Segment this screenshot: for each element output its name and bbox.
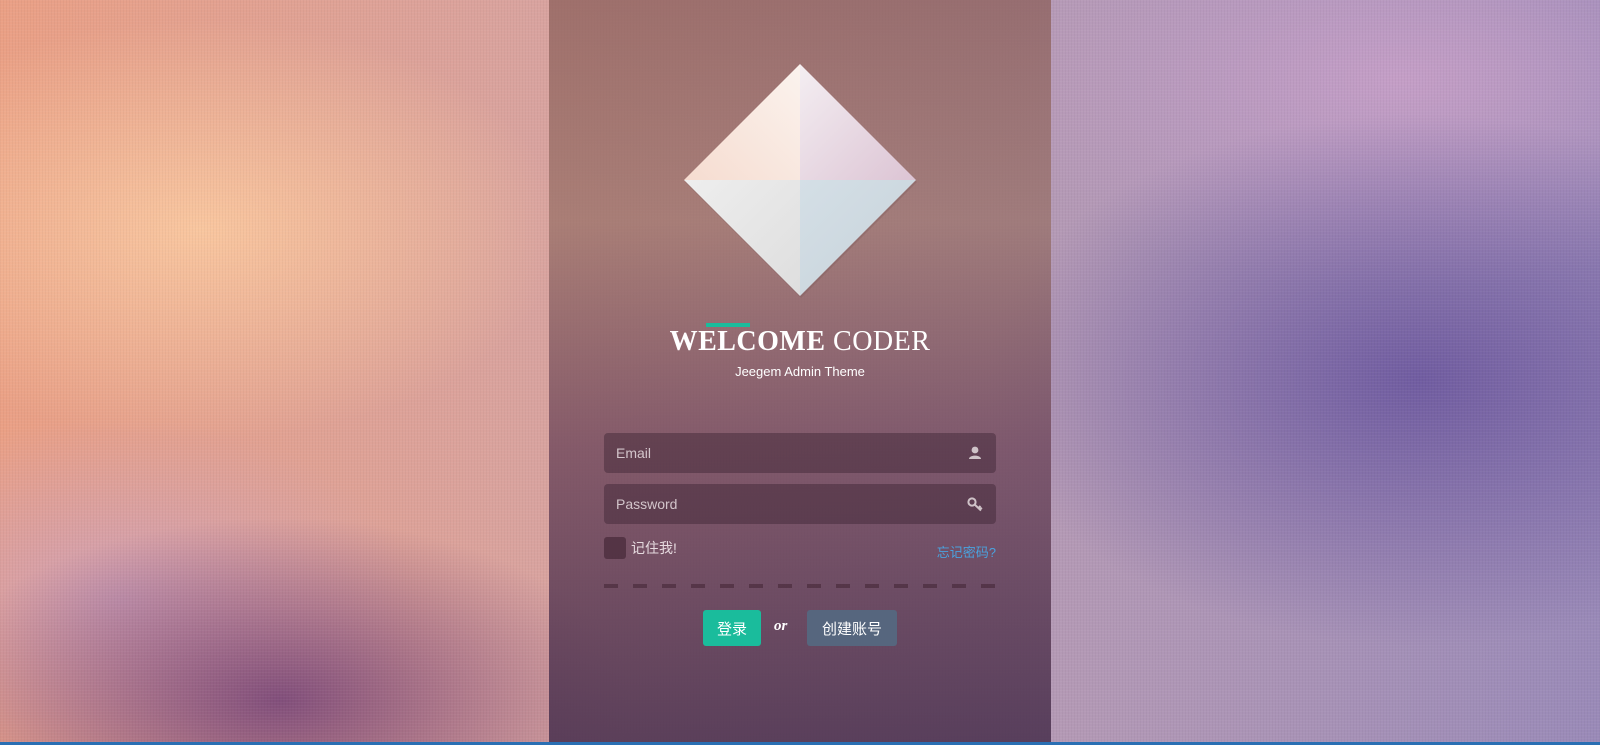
remember-label: 记住我!	[631, 540, 677, 556]
remember-me[interactable]: 记住我!	[604, 537, 677, 559]
dashed-divider	[604, 584, 996, 588]
forgot-password-link[interactable]: 忘记密码?	[937, 542, 996, 561]
page-subtitle: Jeegem Admin Theme	[735, 364, 865, 379]
or-separator: or	[774, 618, 788, 634]
title-bold-word: WELCOME	[669, 326, 826, 357]
remember-checkbox[interactable]	[604, 537, 626, 559]
password-field-wrapper	[604, 484, 996, 524]
password-field[interactable]	[604, 484, 996, 524]
diamond-logo-icon	[684, 64, 917, 298]
create-account-button[interactable]: 创建账号	[807, 610, 897, 646]
page-title: WELCOME CODER	[549, 326, 1051, 358]
email-field-wrapper	[604, 433, 996, 473]
title-rest-word: CODER	[825, 326, 931, 357]
email-field[interactable]	[604, 433, 996, 473]
key-icon	[967, 497, 983, 512]
login-button[interactable]: 登录	[703, 610, 761, 646]
user-icon	[969, 446, 981, 459]
